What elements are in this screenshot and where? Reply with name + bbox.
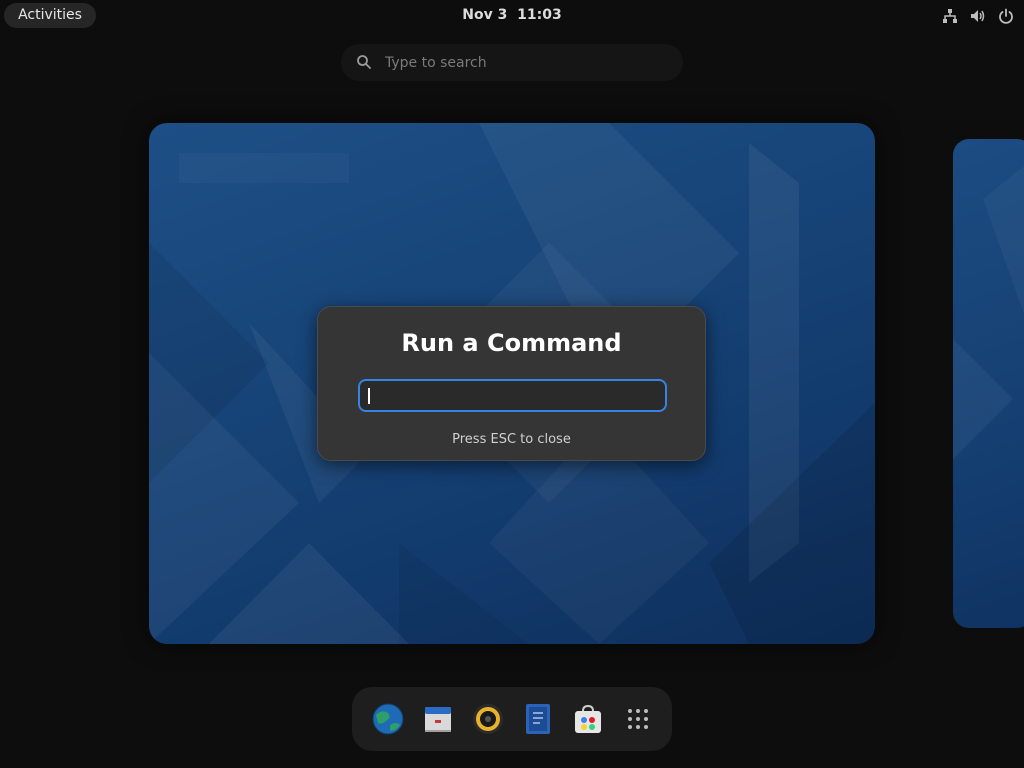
dock-item-text-editor[interactable] <box>520 701 556 737</box>
calendar-icon <box>425 707 451 732</box>
volume-icon[interactable] <box>970 8 986 24</box>
dock-item-app-grid[interactable] <box>620 701 656 737</box>
clock: Nov 3 11:03 <box>0 0 1024 32</box>
search-icon <box>357 55 371 69</box>
dock <box>352 687 672 751</box>
close-hint: Press ESC to close <box>452 432 571 447</box>
dialog-title: Run a Command <box>401 329 622 357</box>
dock-item-calendar[interactable] <box>420 701 456 737</box>
run-command-dialog: Run a Command Press ESC to close <box>317 306 706 461</box>
dock-item-music[interactable] <box>470 701 506 737</box>
activities-button[interactable]: Activities <box>4 3 96 28</box>
clock-date: Nov 3 <box>462 7 508 23</box>
clock-time: 11:03 <box>517 7 562 23</box>
text-editor-icon <box>526 704 550 734</box>
power-icon[interactable] <box>998 8 1014 24</box>
browser-icon <box>372 703 404 735</box>
dock-item-software[interactable] <box>570 701 606 737</box>
command-input[interactable] <box>358 379 667 412</box>
app-grid-icon <box>628 709 648 729</box>
software-store-icon <box>575 704 601 733</box>
next-wallpaper <box>953 166 1024 459</box>
search-input[interactable] <box>383 44 673 81</box>
dock-item-browser[interactable] <box>370 701 406 737</box>
clock-button[interactable]: Nov 3 11:03 <box>462 7 561 23</box>
top-bar: Activities Nov 3 11:03 <box>0 0 1024 32</box>
system-tray[interactable] <box>942 6 1014 26</box>
network-icon[interactable] <box>942 8 958 24</box>
next-workspace-thumbnail[interactable] <box>953 139 1024 628</box>
speaker-icon <box>473 704 503 734</box>
search-bar[interactable] <box>341 44 683 81</box>
text-cursor <box>368 388 370 404</box>
